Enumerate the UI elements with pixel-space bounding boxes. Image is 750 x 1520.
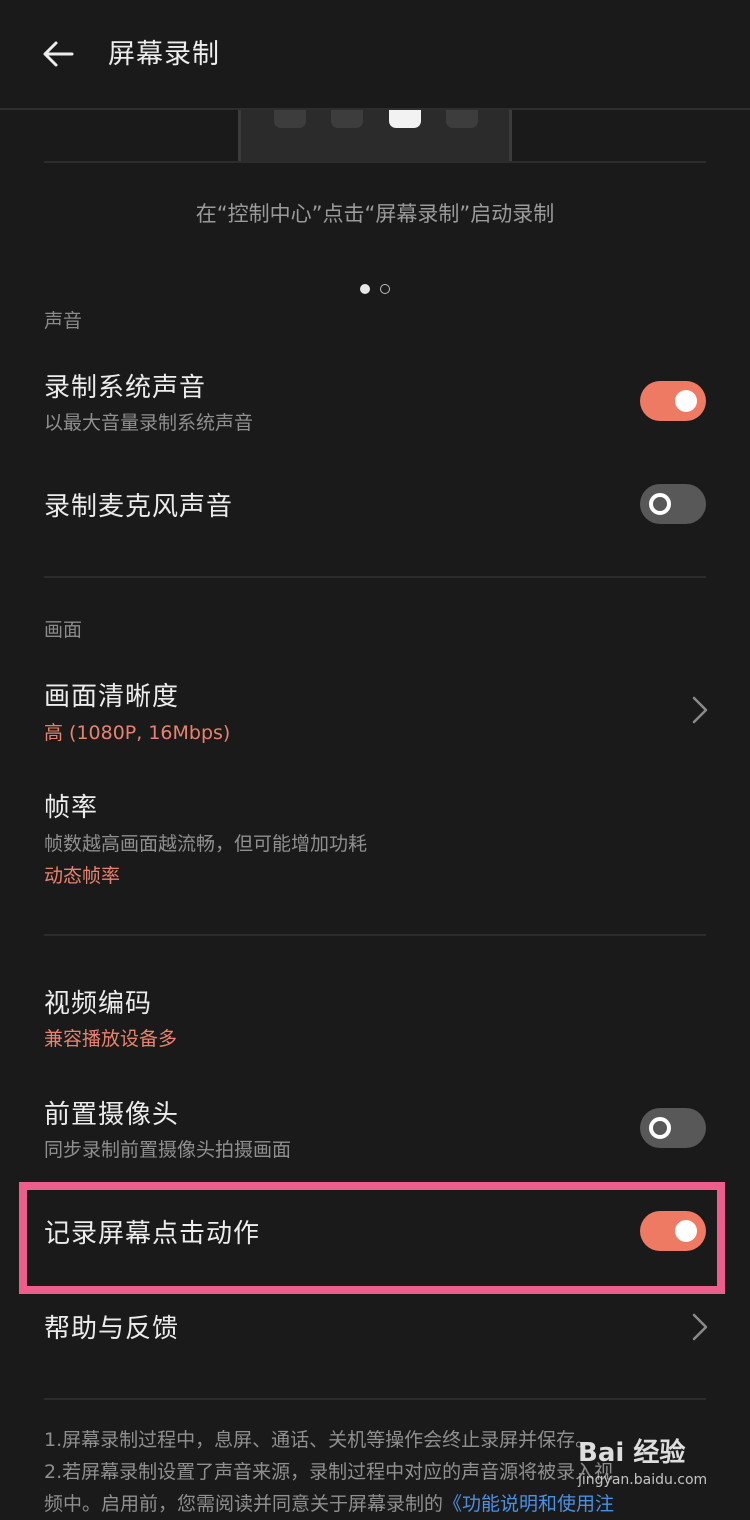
record-taps-title: 记录屏幕点击动作 — [44, 1219, 261, 1249]
mic-audio-toggle[interactable] — [640, 484, 706, 524]
chevron-right-icon[interactable] — [690, 694, 710, 726]
top-app-bar: 屏幕录制 — [0, 0, 750, 110]
preview-tile — [274, 108, 306, 128]
toggle-knob — [675, 390, 697, 412]
back-arrow-icon[interactable] — [38, 34, 78, 74]
page-title: 屏幕录制 — [108, 39, 220, 70]
divider — [44, 1398, 706, 1400]
preview-tile — [331, 108, 363, 128]
terms-link[interactable]: 《功能说明和使用注 — [443, 1493, 614, 1515]
video-codec-value: 兼容播放设备多 — [44, 1028, 178, 1050]
video-codec-title[interactable]: 视频编码 — [44, 983, 152, 1020]
section-label-sound: 声音 — [44, 310, 83, 332]
preview-tile — [446, 108, 478, 128]
resolution-value: 高 (1080P, 16Mbps) — [44, 722, 231, 744]
resolution-title[interactable]: 画面清晰度 — [44, 676, 179, 713]
toggle-knob — [675, 1220, 697, 1242]
page-dot[interactable] — [380, 284, 390, 294]
toggle-knob — [649, 493, 671, 515]
carousel-caption: 在“控制中心”点击“屏幕录制”启动录制 — [195, 202, 555, 226]
divider — [44, 934, 706, 936]
front-camera-toggle[interactable] — [640, 1108, 706, 1148]
chevron-right-icon[interactable] — [690, 1311, 710, 1343]
carousel-page-indicator — [360, 284, 390, 294]
note-line-1: 1.屏幕录制过程中，息屏、通话、关机等操作会终止录屏并保存。 — [44, 1429, 595, 1451]
front-camera-subtitle: 同步录制前置摄像头拍摄画面 — [44, 1139, 292, 1161]
divider — [44, 161, 706, 163]
record-taps-toggle[interactable] — [640, 1211, 706, 1251]
screen-record-tile-icon — [389, 108, 421, 128]
carousel-preview-image — [238, 108, 512, 162]
note-line-3: 频中。启用前，您需阅读并同意关于屏幕录制的《功能说明和使用注 — [44, 1488, 714, 1520]
page-dot-active[interactable] — [360, 284, 370, 294]
divider — [44, 576, 706, 578]
frame-rate-subtitle: 帧数越高画面越流畅，但可能增加功耗 — [44, 833, 368, 855]
usage-notes: 1.屏幕录制过程中，息屏、通话、关机等操作会终止录屏并保存。 2.若屏幕录制设置… — [44, 1424, 714, 1520]
system-audio-toggle[interactable] — [640, 381, 706, 421]
toggle-knob — [649, 1117, 671, 1139]
front-camera-title: 前置摄像头 — [44, 1100, 180, 1130]
note-line-2: 2.若屏幕录制设置了声音来源，录制过程中对应的声音源将被录入视 — [44, 1461, 614, 1483]
system-audio-title: 录制系统声音 — [44, 373, 207, 403]
frame-rate-value: 动态帧率 — [44, 865, 121, 887]
system-audio-subtitle: 以最大音量录制系统声音 — [44, 412, 254, 434]
mic-audio-title: 录制麦克风声音 — [44, 492, 234, 522]
frame-rate-title[interactable]: 帧率 — [44, 787, 98, 824]
section-label-picture: 画面 — [44, 619, 83, 641]
note-line-3-text: 频中。启用前，您需阅读并同意关于屏幕录制的 — [44, 1493, 444, 1515]
help-feedback-title[interactable]: 帮助与反馈 — [44, 1308, 179, 1345]
